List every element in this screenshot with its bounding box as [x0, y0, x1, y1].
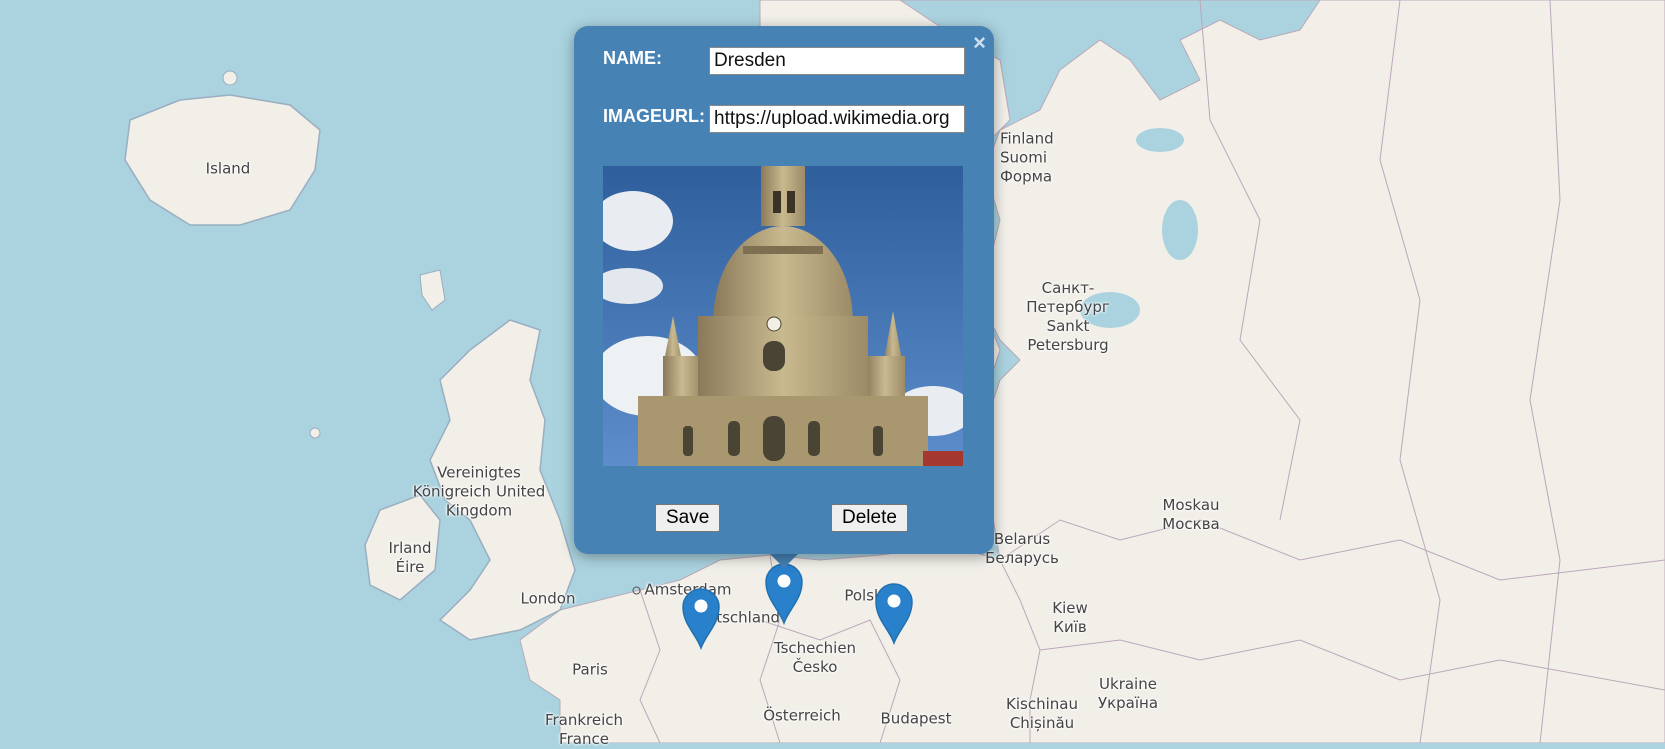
city-dot [632, 586, 641, 594]
imageurl-label: IMAGEURL: [603, 106, 705, 126]
marker-popup: × NAME: Dresden IMAGEURL: https://upload… [574, 26, 994, 554]
label-finland: Finland Suomi Форма [1000, 129, 1054, 186]
label-paris: Paris [572, 660, 608, 679]
place-photo [603, 166, 963, 466]
label-budapest: Budapest [880, 709, 952, 728]
marker-dresden[interactable] [764, 561, 804, 626]
name-input[interactable]: Dresden [709, 47, 965, 75]
label-island: Island [205, 159, 251, 178]
close-icon[interactable]: × [973, 30, 986, 56]
label-oesterreich: Österreich [763, 706, 841, 725]
label-moskau: Moskau Москва [1162, 496, 1220, 533]
marker-poland[interactable] [874, 581, 914, 646]
name-label: NAME: [603, 48, 662, 68]
label-vereinigtes-koenigreich: Vereinigtes Königreich United Kingdom [412, 463, 546, 520]
label-london: London [520, 589, 576, 608]
label-irland: Irland Éire [388, 539, 432, 576]
save-button[interactable]: Save [655, 504, 721, 532]
delete-button[interactable]: Delete [831, 504, 908, 532]
marker-west[interactable] [681, 586, 721, 651]
label-kischinau: Kischinau Chișinău [1006, 695, 1078, 732]
label-kiew: Kiew Київ [1052, 599, 1088, 636]
imageurl-input[interactable]: https://upload.wikimedia.org [709, 105, 965, 133]
label-sankt-petersburg: Санкт-Петербург Sankt Petersburg [1026, 279, 1110, 354]
label-tschechien: Tschechien Česko [773, 639, 857, 676]
label-ukraine: Ukraine Україна [1097, 675, 1159, 712]
label-frankreich: Frankreich France [544, 711, 624, 748]
